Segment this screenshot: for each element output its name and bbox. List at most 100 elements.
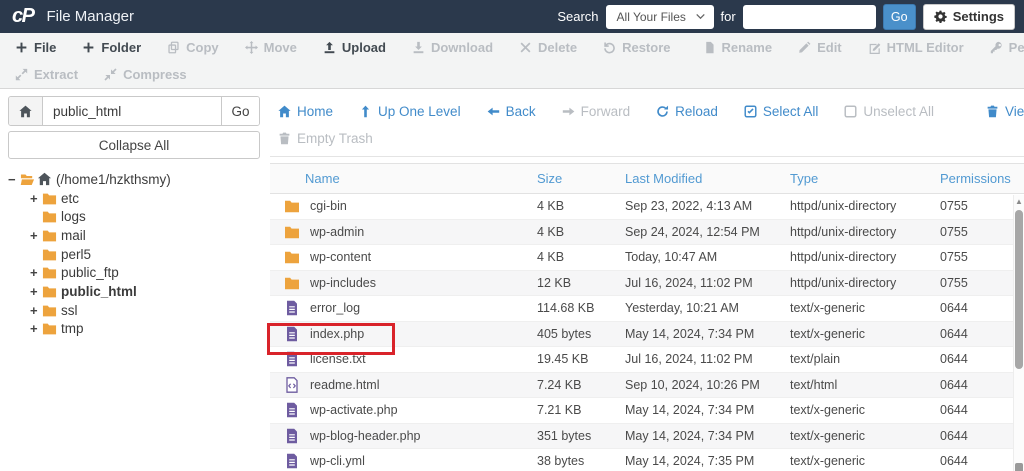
cell-name: cgi-bin <box>270 198 537 214</box>
cell-permissions: 0644 <box>940 428 968 443</box>
file-nav-select-all[interactable]: Select All <box>744 104 818 119</box>
toolbar-item-compress: Compress <box>91 61 200 88</box>
file-text-icon <box>284 402 300 418</box>
cell-size: 405 bytes <box>537 326 592 341</box>
file-name[interactable]: index.php <box>310 327 364 341</box>
home-icon <box>37 172 52 186</box>
path-bar: Go <box>8 96 260 126</box>
header-search-area: Search All Your Files for Go Settings <box>557 3 1015 30</box>
expand-expander[interactable]: + <box>30 228 42 243</box>
file-nav-view-trash[interactable]: View Trash <box>986 104 1024 119</box>
tree-item-etc[interactable]: + etc <box>8 189 262 208</box>
table-row-error-log[interactable]: error_log 114.68 KB Yesterday, 10:21 AM tex… <box>270 296 1024 322</box>
table-row-cgi-bin[interactable]: cgi-bin 4 KB Sep 23, 2022, 4:13 AM httpd/un… <box>270 194 1024 220</box>
file-name[interactable]: error_log <box>310 301 360 315</box>
table-row-wp-activate-php[interactable]: wp-activate.php 7.21 KB May 14, 2024, 7:34… <box>270 398 1024 424</box>
search-scope-value: All Your Files <box>616 9 686 24</box>
column-header-last-modified[interactable]: Last Modified <box>625 171 790 186</box>
tree-item-label: public_ftp <box>61 265 119 281</box>
sidebar: Go Collapse All − (/home1/hzkthsmy) + etc lo… <box>0 89 262 471</box>
cell-size: 7.24 KB <box>537 377 582 392</box>
settings-label: Settings <box>952 9 1004 24</box>
table-row-readme-html[interactable]: readme.html 7.24 KB Sep 10, 2024, 10:26 PM… <box>270 372 1024 398</box>
file-name[interactable]: wp-activate.php <box>310 403 398 417</box>
file-text-icon <box>284 428 300 444</box>
scrollbar-down-arrow-icon[interactable] <box>1015 462 1023 471</box>
search-go-button[interactable]: Go <box>882 3 916 30</box>
page-title: File Manager <box>46 8 135 25</box>
table-row-wp-includes[interactable]: wp-includes 12 KB Jul 16, 2024, 11:02 PM ht… <box>270 270 1024 296</box>
forward-icon <box>562 105 575 118</box>
table-row-wp-content[interactable]: wp-content 4 KB Today, 10:47 AM httpd/unix-… <box>270 245 1024 271</box>
file-name[interactable]: license.txt <box>310 352 366 366</box>
toolbar-item-file-label: File <box>34 39 57 55</box>
path-go-button[interactable]: Go <box>221 97 259 125</box>
cell-last-modified: Sep 10, 2024, 10:26 PM <box>625 377 760 392</box>
file-nav-reload-label: Reload <box>675 103 718 119</box>
expand-expander[interactable]: + <box>30 321 42 336</box>
cell-last-modified: Sep 23, 2022, 4:13 AM <box>625 199 753 214</box>
tree-item-home1-hzkthsmy[interactable]: − (/home1/hzkthsmy) <box>8 170 262 189</box>
tree-item-tmp[interactable]: + tmp <box>8 320 262 339</box>
search-scope-select[interactable]: All Your Files <box>605 4 714 29</box>
scrollbar-up-arrow-icon[interactable]: ▲ <box>1014 197 1024 207</box>
expand-expander[interactable]: + <box>30 303 42 318</box>
toolbar-item-extract: Extract <box>2 61 91 88</box>
folder-icon <box>42 247 57 262</box>
file-nav-empty-trash: Empty Trash <box>278 131 373 146</box>
home-icon <box>19 105 32 118</box>
chevron-down-icon <box>695 11 706 22</box>
file-name[interactable]: wp-blog-header.php <box>310 429 421 443</box>
toolbar-item-file[interactable]: File <box>2 33 69 61</box>
cell-type: text/x-generic <box>790 403 866 418</box>
plus-icon <box>15 41 28 54</box>
settings-button[interactable]: Settings <box>922 3 1015 30</box>
file-nav-up-one-level[interactable]: Up One Level <box>359 104 461 119</box>
toolbar-item-folder[interactable]: Folder <box>69 33 154 61</box>
file-name[interactable]: readme.html <box>310 378 379 392</box>
table-row-wp-cli-yml[interactable]: wp-cli.yml 38 bytes May 14, 2024, 7:35 PM t… <box>270 449 1024 471</box>
path-home-button[interactable] <box>9 97 43 125</box>
cell-last-modified: May 14, 2024, 7:35 PM <box>625 454 755 469</box>
column-header-name[interactable]: Name <box>270 171 537 186</box>
tree-item-public-ftp[interactable]: + public_ftp <box>8 263 262 282</box>
vertical-scrollbar[interactable]: ▲ <box>1013 195 1024 471</box>
collapse-all-button[interactable]: Collapse All <box>8 131 260 159</box>
file-nav-row1: Home Up One Level Back Forward Reload Select … <box>270 89 1024 128</box>
tree-item-logs[interactable]: logs <box>8 207 262 226</box>
folder-icon <box>284 249 300 265</box>
file-nav-row2: Empty Trash <box>270 128 1024 157</box>
table-row-index-php[interactable]: index.php 405 bytes May 14, 2024, 7:34 PM t… <box>267 321 1024 355</box>
tree-item-mail[interactable]: + mail <box>8 226 262 245</box>
path-input[interactable] <box>43 97 221 125</box>
file-nav-back[interactable]: Back <box>487 104 536 119</box>
search-input[interactable] <box>742 4 876 29</box>
file-name[interactable]: wp-cli.yml <box>310 454 365 468</box>
cell-type: text/x-generic <box>790 326 866 341</box>
cell-permissions: 0644 <box>940 403 968 418</box>
tree-item-perl5[interactable]: perl5 <box>8 245 262 264</box>
file-name[interactable]: wp-content <box>310 250 371 264</box>
file-name[interactable]: wp-admin <box>310 225 364 239</box>
file-list-pane: Home Up One Level Back Forward Reload Select … <box>262 89 1024 471</box>
expand-expander[interactable]: + <box>30 191 42 206</box>
file-nav-reload[interactable]: Reload <box>656 104 718 119</box>
cell-type: text/html <box>790 377 838 392</box>
tree-item-ssl[interactable]: + ssl <box>8 301 262 320</box>
cell-permissions: 0644 <box>940 377 968 392</box>
scrollbar-thumb[interactable] <box>1015 210 1023 370</box>
column-header-size[interactable]: Size <box>537 171 625 186</box>
tree-item-public-html[interactable]: + public_html <box>8 282 262 301</box>
expand-expander[interactable]: + <box>30 284 42 299</box>
file-name[interactable]: wp-includes <box>310 276 376 290</box>
file-name[interactable]: cgi-bin <box>310 199 347 213</box>
column-header-type[interactable]: Type <box>790 171 940 186</box>
column-header-permissions[interactable]: Permissions <box>940 171 1024 186</box>
file-nav-home[interactable]: Home <box>278 104 333 119</box>
table-row-wp-admin[interactable]: wp-admin 4 KB Sep 24, 2024, 12:54 PM httpd/… <box>270 219 1024 245</box>
table-row-wp-blog-header-php[interactable]: wp-blog-header.php 351 bytes May 14, 2024,… <box>270 423 1024 449</box>
collapse-expander[interactable]: − <box>8 172 20 187</box>
expand-expander[interactable]: + <box>30 265 42 280</box>
toolbar-item-upload[interactable]: Upload <box>310 33 399 61</box>
table-row-license-txt[interactable]: license.txt 19.45 KB Jul 16, 2024, 11:02 P… <box>270 347 1024 373</box>
